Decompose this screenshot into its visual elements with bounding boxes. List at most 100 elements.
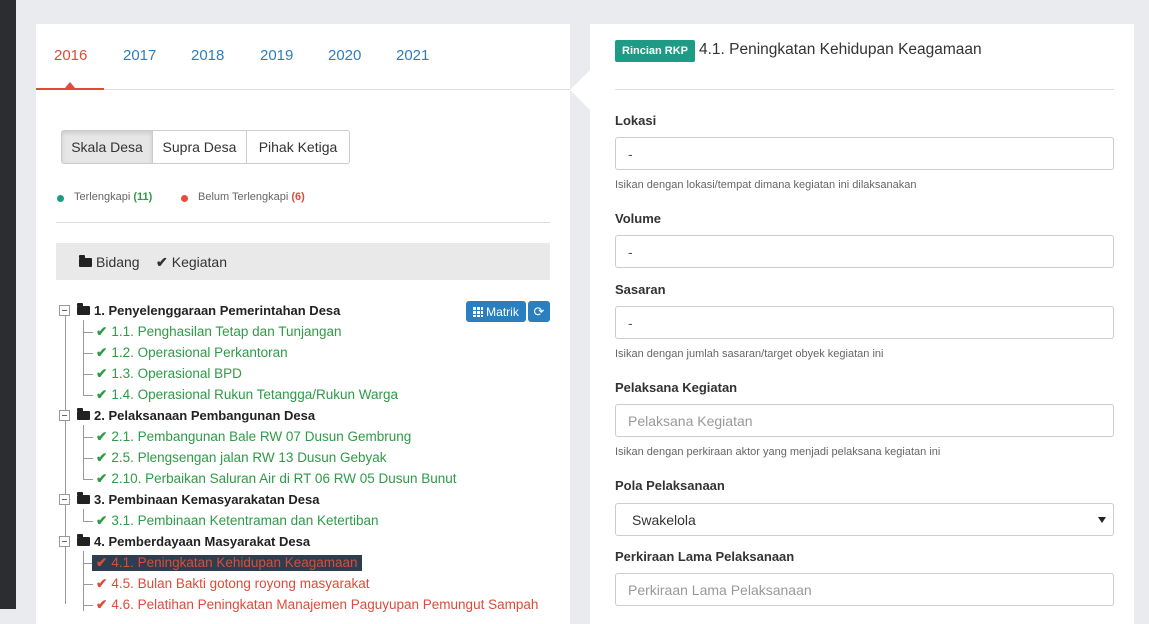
group-label: 4. Pemberdayaan Masyarakat Desa	[94, 534, 311, 549]
folder-icon	[77, 534, 90, 546]
item-label: 2.5. Plengsengan jalan RW 13 Dusun Gebya…	[111, 450, 387, 465]
skala-desa-button[interactable]: Skala Desa	[61, 130, 153, 164]
tree-item[interactable]: ✔ 1.2. Operasional Perkantoran	[96, 345, 288, 361]
tree-line	[83, 332, 93, 333]
check-icon: ✔	[96, 387, 108, 402]
refresh-icon: ⟳	[533, 303, 545, 319]
tree-item[interactable]: ✔ 4.6. Pelatihan Peningkatan Manajemen Pa…	[96, 597, 538, 613]
tree-line	[83, 374, 93, 375]
volume-input[interactable]: -	[615, 235, 1114, 268]
grid-icon	[473, 306, 484, 317]
tree-line	[83, 584, 93, 585]
legend-incomplete: Belum Terlengkapi (6)	[198, 191, 305, 203]
complete-dot-icon	[57, 195, 64, 202]
check-icon: ✔	[96, 513, 108, 528]
tab-2018[interactable]: 2018	[191, 47, 224, 64]
check-icon: ✔	[96, 471, 108, 486]
year-tabs: 2016 2017 2018 2019 2020 2021	[36, 24, 570, 90]
pelaksana-help: Isikan dengan perkiraan aktor yang menja…	[615, 446, 941, 458]
activity-tree-panel: 2016 2017 2018 2019 2020 2021 Skala Desa…	[36, 24, 570, 624]
caret-down-icon	[1098, 517, 1106, 523]
pihak-ketiga-button[interactable]: Pihak Ketiga	[246, 130, 350, 164]
window-edge	[0, 0, 16, 609]
folder-icon	[77, 408, 90, 420]
item-label: 4.1. Peningkatan Kehidupan Keagamaan	[111, 555, 358, 570]
check-icon: ✔	[96, 324, 108, 339]
tree-group[interactable]: 2. Pelaksanaan Pembangunan Desa	[77, 408, 315, 423]
folder-icon	[77, 492, 90, 504]
panel-pointer	[570, 70, 590, 110]
tab-2019[interactable]: 2019	[260, 47, 293, 64]
check-icon: ✔	[96, 555, 108, 570]
supra-desa-button[interactable]: Supra Desa	[152, 130, 247, 164]
tree-header: Bidang ✔ Kegiatan	[56, 243, 550, 280]
refresh-button[interactable]: ⟳	[528, 301, 550, 322]
tab-2017[interactable]: 2017	[123, 47, 156, 64]
lokasi-help: Isikan dengan lokasi/tempat dimana kegia…	[615, 179, 917, 191]
sasaran-help: Isikan dengan jumlah sasaran/target obye…	[615, 348, 884, 360]
check-icon: ✔	[96, 450, 108, 465]
check-icon: ✔	[96, 429, 108, 444]
lama-label: Perkiraan Lama Pelaksanaan	[615, 549, 795, 564]
lama-input[interactable]: Perkiraan Lama Pelaksanaan	[615, 573, 1114, 606]
tree-group[interactable]: 1. Penyelenggaraan Pemerintahan Desa	[77, 303, 340, 318]
volume-label: Volume	[615, 211, 661, 226]
sasaran-input[interactable]: -	[615, 306, 1114, 339]
lokasi-label: Lokasi	[615, 113, 657, 128]
matrik-label: Matrik	[486, 304, 519, 319]
collapse-icon[interactable]	[59, 305, 70, 316]
group-label: 3. Pembinaan Kemasyarakatan Desa	[94, 492, 320, 507]
item-label: 2.10. Perbaikan Saluran Air di RT 06 RW …	[111, 471, 457, 486]
check-icon: ✔	[156, 254, 168, 270]
detail-panel: Rincian RKP 4.1. Peningkatan Kehidupan K…	[590, 24, 1134, 624]
tree-item[interactable]: ✔ 1.1. Penghasilan Tetap dan Tunjangan	[96, 324, 342, 340]
pola-label: Pola Pelaksanaan	[615, 478, 725, 493]
kegiatan-header: ✔ Kegiatan	[156, 254, 227, 271]
tree-item[interactable]: ✔ 2.10. Perbaikan Saluran Air di RT 06 RW…	[96, 471, 457, 487]
tab-2021[interactable]: 2021	[396, 47, 429, 64]
tree-line	[83, 479, 93, 480]
item-label: 4.5. Bulan Bakti gotong royong masyaraka…	[111, 576, 370, 591]
folder-icon	[77, 303, 90, 315]
tree-line	[65, 312, 66, 604]
tab-2020[interactable]: 2020	[328, 47, 361, 64]
collapse-icon[interactable]	[59, 536, 70, 547]
tree-group[interactable]: 4. Pemberdayaan Masyarakat Desa	[77, 534, 310, 549]
pola-value: Swakelola	[632, 511, 696, 528]
check-icon: ✔	[96, 345, 108, 360]
tree-item[interactable]: ✔ 2.5. Plengsengan jalan RW 13 Dusun Geby…	[96, 450, 387, 466]
check-icon: ✔	[96, 576, 108, 591]
rincian-badge: Rincian RKP	[615, 40, 696, 62]
divider	[615, 89, 1114, 90]
tree-item[interactable]: ✔ 1.3. Operasional BPD	[96, 366, 242, 382]
tree-item[interactable]: ✔ 4.5. Bulan Bakti gotong royong masyarak…	[96, 576, 369, 592]
tree-item[interactable]: ✔ 3.1. Pembinaan Ketentraman dan Ketertib…	[96, 513, 379, 529]
tree-item[interactable]: ✔ 1.4. Operasional Rukun Tetangga/Rukun W…	[96, 387, 398, 403]
pelaksana-input[interactable]: Pelaksana Kegiatan	[615, 404, 1114, 437]
divider	[56, 222, 550, 223]
item-label: 1.3. Operasional BPD	[111, 366, 242, 381]
tree-item-selected[interactable]: ✔ 4.1. Peningkatan Kehidupan Keagamaan	[92, 555, 362, 571]
pelaksana-label: Pelaksana Kegiatan	[615, 380, 738, 395]
tree-line	[83, 437, 93, 438]
tree-item[interactable]: ✔ 2.1. Pembangunan Bale RW 07 Dusun Gembr…	[96, 429, 411, 445]
pola-select[interactable]: Swakelola	[615, 503, 1114, 536]
tree-line	[83, 353, 93, 354]
lokasi-input[interactable]: -	[615, 137, 1114, 170]
item-label: 1.1. Penghasilan Tetap dan Tunjangan	[111, 324, 342, 339]
tree-group[interactable]: 3. Pembinaan Kemasyarakatan Desa	[77, 492, 319, 507]
tree-line	[83, 521, 93, 522]
item-label: 3.1. Pembinaan Ketentraman dan Ketertiba…	[111, 513, 379, 528]
check-icon: ✔	[96, 597, 108, 612]
tree-line	[83, 605, 93, 606]
tree-line	[83, 395, 93, 396]
tree-line	[83, 551, 84, 611]
tab-2016[interactable]: 2016	[54, 47, 87, 64]
collapse-icon[interactable]	[59, 494, 70, 505]
sasaran-label: Sasaran	[615, 282, 666, 297]
legend-complete: Terlengkapi (11)	[74, 191, 153, 203]
matrik-button[interactable]: Matrik	[466, 301, 526, 322]
tree-line	[83, 509, 84, 521]
folder-icon	[79, 255, 92, 267]
collapse-icon[interactable]	[59, 410, 70, 421]
